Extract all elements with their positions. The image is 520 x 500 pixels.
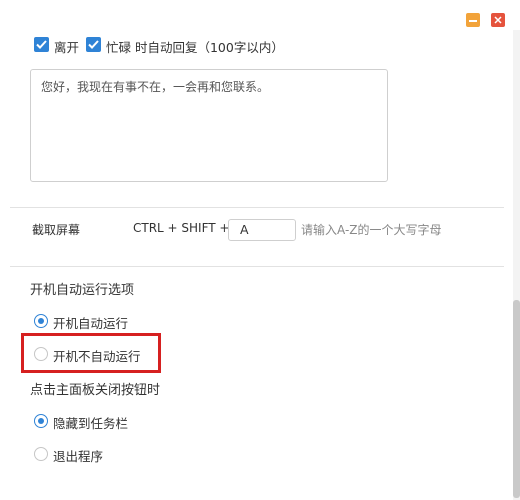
close-exit-radio[interactable] (34, 447, 48, 461)
away-label: 离开 (54, 40, 80, 55)
scrollbar-thumb[interactable] (513, 300, 520, 498)
shortcut-combo: CTRL + SHIFT + (133, 221, 230, 235)
auto-reply-textarea[interactable]: 您好，我现在有事不在，一会再和您联系。 (30, 69, 388, 182)
highlight-annotation (21, 333, 161, 373)
startup-auto-label: 开机自动运行 (53, 316, 129, 331)
close-hide-radio[interactable] (34, 414, 48, 428)
away-checkbox[interactable] (34, 37, 49, 52)
shortcut-hint: 请输入A-Z的一个大写字母 (301, 223, 442, 237)
startup-section-title: 开机自动运行选项 (30, 283, 135, 298)
divider (10, 266, 504, 267)
close-hide-label: 隐藏到任务栏 (53, 416, 129, 431)
close-exit-label: 退出程序 (53, 449, 104, 464)
shortcut-key-input[interactable]: A (228, 219, 296, 241)
close-icon[interactable] (491, 13, 505, 27)
divider (10, 207, 504, 208)
busy-label: 忙碌 时自动回复（100字以内） (106, 40, 284, 55)
screenshot-label: 截取屏幕 (32, 223, 81, 237)
busy-checkbox[interactable] (86, 37, 101, 52)
minimize-icon[interactable] (466, 13, 480, 27)
close-section-title: 点击主面板关闭按钮时 (30, 383, 161, 398)
startup-auto-radio[interactable] (34, 314, 48, 328)
settings-window: 离开 忙碌 时自动回复（100字以内） 您好，我现在有事不在，一会再和您联系。 … (0, 0, 520, 500)
